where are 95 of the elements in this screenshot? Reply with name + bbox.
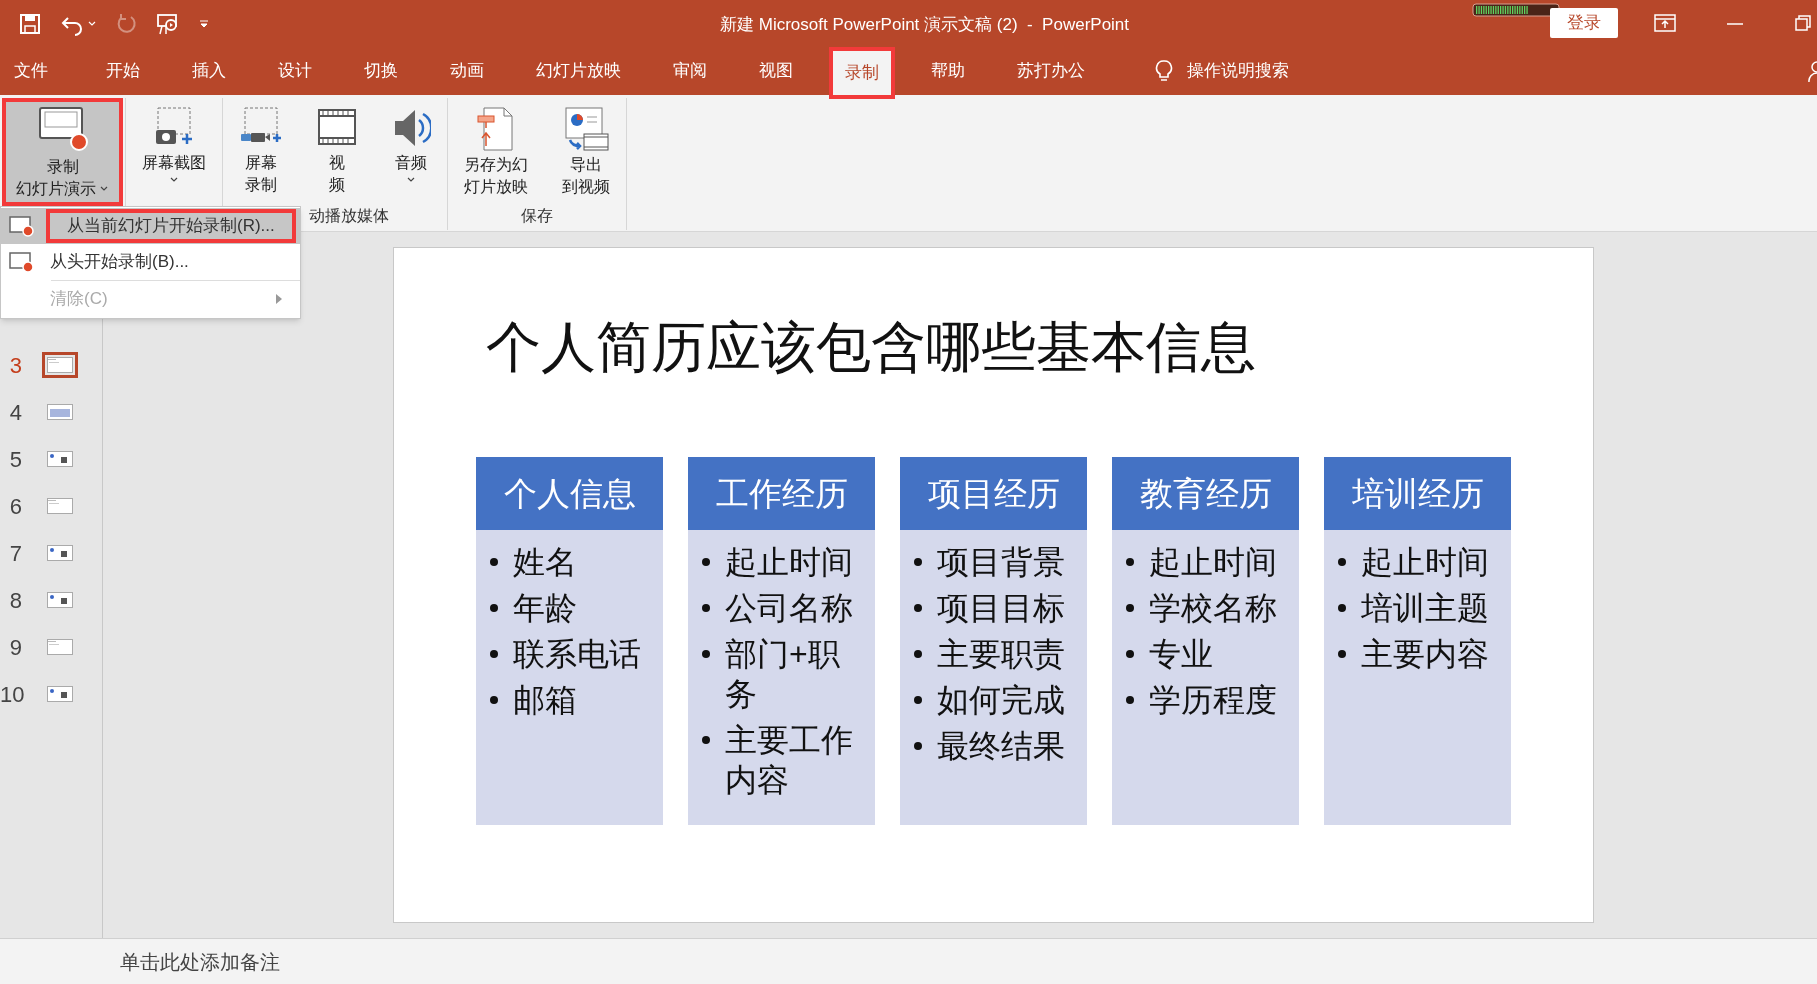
bullet-text: 学历程度	[1149, 681, 1278, 720]
person-icon[interactable]	[1807, 60, 1817, 82]
slide-number: 5	[8, 445, 23, 474]
bullet-text: 项目背景	[937, 543, 1066, 582]
ribbon-tab[interactable]: 帮助	[919, 49, 977, 93]
ribbon-button[interactable]: 屏幕 录制	[229, 102, 293, 204]
bullet-icon	[914, 604, 922, 612]
bullet-icon	[1126, 650, 1134, 658]
bullet-icon	[490, 696, 498, 704]
export-video-icon	[562, 106, 610, 152]
ribbon-button[interactable]: 屏幕截图	[132, 102, 216, 204]
slide-thumbnail[interactable]	[42, 352, 78, 378]
lightbulb-icon[interactable]	[1155, 59, 1173, 83]
bullet-icon	[1338, 650, 1346, 658]
menu-item[interactable]: 从当前幻灯片开始录制(R)...	[1, 208, 300, 244]
ribbon-button[interactable]: 导出 到视频	[552, 102, 620, 204]
submenu-arrow-icon	[276, 294, 282, 304]
bullet-icon	[1126, 696, 1134, 704]
bullet-text: 公司名称	[725, 589, 854, 628]
bullet-text: 主要职责	[937, 635, 1066, 674]
bullet-icon	[702, 650, 710, 658]
bullet-text: 培训主题	[1361, 589, 1490, 628]
column-heading: 个人信息	[476, 457, 663, 530]
ribbon-display-icon[interactable]	[1654, 14, 1676, 32]
slide-number: 10	[0, 680, 26, 709]
projector-icon[interactable]	[156, 11, 180, 36]
bullet-text: 如何完成	[937, 681, 1066, 720]
tell-me-search[interactable]: 操作说明搜索	[1187, 58, 1289, 84]
bullet-text: 项目目标	[937, 589, 1066, 628]
bullet-icon	[702, 736, 710, 744]
bullet-icon	[702, 558, 710, 566]
column-heading: 工作经历	[688, 457, 875, 530]
bullet-text: 起止时间	[725, 543, 854, 582]
ribbon-button[interactable]: 另存为幻 灯片放映	[454, 102, 538, 204]
bullet-icon	[490, 558, 498, 566]
column-heading: 项目经历	[900, 457, 1087, 530]
ribbon-tab[interactable]: 开始	[94, 49, 152, 93]
bullet-text: 起止时间	[1361, 543, 1490, 582]
bullet-text: 起止时间	[1149, 543, 1278, 582]
menu-item[interactable]: 从头开始录制(B)...	[1, 244, 300, 280]
slide-number: 9	[8, 633, 23, 662]
ribbon-tab[interactable]: 插入	[180, 49, 238, 93]
bullet-icon	[914, 558, 922, 566]
ribbon-tab[interactable]: 审阅	[661, 49, 719, 93]
slide-number: 3	[8, 351, 23, 380]
record-icon	[9, 215, 35, 237]
bullet-text: 学校名称	[1149, 589, 1278, 628]
bullet-icon	[490, 650, 498, 658]
restore-icon[interactable]	[1795, 15, 1811, 31]
bullet-text: 专业	[1149, 635, 1214, 674]
ribbon-tab[interactable]: 幻灯片放映	[524, 49, 633, 93]
bullet-icon	[1126, 604, 1134, 612]
record-icon	[9, 251, 35, 273]
bullet-icon	[914, 696, 922, 704]
slide-number: 4	[8, 398, 23, 427]
caret-icon	[99, 185, 109, 193]
ribbon-tab[interactable]: 文件	[2, 49, 60, 93]
slide-number: 6	[8, 492, 23, 521]
caret-icon	[406, 176, 416, 184]
group-label: 动播放媒体	[308, 206, 390, 226]
bullet-text: 联系电话	[513, 635, 642, 674]
bullet-text: 主要内容	[1361, 635, 1490, 674]
ribbon-tab[interactable]: 设计	[266, 49, 324, 93]
ribbon-button[interactable]: 视 频	[307, 102, 367, 204]
bullet-icon	[1338, 558, 1346, 566]
bullet-text: 姓名	[513, 543, 578, 582]
column-heading: 教育经历	[1112, 457, 1299, 530]
bullet-text: 部门+职务	[725, 635, 841, 714]
slide-number: 8	[8, 586, 23, 615]
column-heading: 培训经历	[1324, 457, 1511, 530]
window-title: 新建 Microsoft PowerPoint 演示文稿 (2) - PowerPoint	[720, 14, 1130, 36]
bullet-text: 年龄	[513, 589, 578, 628]
notes-field[interactable]: 单击此处添加备注	[120, 946, 280, 977]
ribbon-tab[interactable]: 切换	[352, 49, 410, 93]
save-icon[interactable]	[18, 11, 42, 36]
minimize-icon[interactable]	[1727, 22, 1743, 26]
bullet-text: 最终结果	[937, 727, 1066, 766]
meter-icon	[1472, 3, 1560, 17]
ribbon-button[interactable]: 音频	[381, 102, 441, 204]
slide-title: 个人简历应该包含哪些基本信息	[485, 315, 1257, 380]
group-label: 保存	[520, 206, 554, 226]
bullet-icon	[702, 604, 710, 612]
ribbon-tab[interactable]: 苏打办公	[1005, 49, 1097, 93]
bullet-icon	[1338, 604, 1346, 612]
slide-number: 7	[8, 539, 23, 568]
caret-icon	[169, 176, 179, 184]
bullet-icon	[1126, 558, 1134, 566]
bullet-text: 主要工作内容	[725, 721, 854, 800]
bullet-icon	[490, 604, 498, 612]
bullet-icon	[914, 650, 922, 658]
ribbon-tab[interactable]: 动画	[438, 49, 496, 93]
sign-in-button[interactable]: 登录	[1550, 8, 1618, 38]
ribbon-tab[interactable]: 视图	[747, 49, 805, 93]
bullet-text: 邮箱	[513, 681, 578, 720]
bullet-icon	[914, 742, 922, 750]
